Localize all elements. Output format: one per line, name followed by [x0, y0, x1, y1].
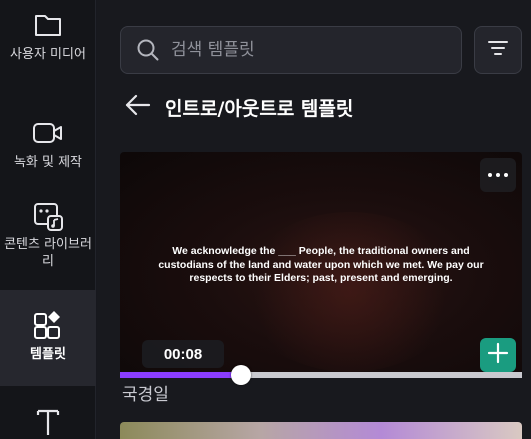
back-button[interactable] [122, 93, 152, 121]
sidebar-item-text[interactable] [0, 404, 96, 439]
media-library-icon [31, 198, 65, 232]
more-options-button[interactable] [480, 158, 516, 192]
folder-icon [31, 8, 65, 42]
search-input[interactable] [171, 40, 461, 60]
progress-fill [120, 372, 241, 378]
template-title: 국경일 [122, 385, 169, 405]
sidebar-item-label: 사용자 미디어 [10, 47, 86, 62]
sidebar-item-templates[interactable]: 템플릿 [0, 290, 96, 386]
sidebar-item-user-media[interactable]: 사용자 미디어 [0, 8, 96, 96]
arrow-left-icon [123, 93, 151, 121]
plus-icon [487, 342, 509, 368]
sidebar-item-label: 콘텐츠 라이브러리 [4, 237, 92, 269]
template-card-preview[interactable]: We acknowledge the ___ People, the tradi… [120, 152, 522, 376]
more-icon [488, 173, 492, 177]
sidebar-item-content-library[interactable]: 콘텐츠 라이브러리 [0, 198, 96, 286]
left-rail: 사용자 미디어 녹화 및 제작 콘텐츠 라이브러리 템플릿 [0, 0, 96, 439]
camera-icon [31, 116, 65, 150]
preview-background [240, 212, 460, 372]
duration-badge: 00:08 [142, 340, 224, 368]
sidebar-item-record-create[interactable]: 녹화 및 제작 [0, 116, 96, 186]
text-icon [31, 404, 65, 438]
preview-progress-bar[interactable] [120, 365, 522, 385]
preview-acknowledgement-text: We acknowledge the ___ People, the tradi… [158, 245, 484, 284]
template-card-preview[interactable] [120, 422, 522, 439]
search-icon [135, 37, 161, 63]
sidebar-item-label: 템플릿 [30, 347, 66, 362]
sidebar-item-label: 녹화 및 제작 [13, 155, 83, 170]
progress-knob[interactable] [230, 365, 251, 385]
add-to-timeline-button[interactable] [480, 338, 516, 372]
templates-icon [31, 308, 65, 342]
search-box[interactable] [120, 26, 462, 74]
filter-button[interactable] [474, 26, 522, 74]
filter-icon [487, 39, 509, 61]
section-title: 인트로/아웃트로 템플릿 [165, 98, 354, 120]
templates-panel: 인트로/아웃트로 템플릿 We acknowledge the ___ Peop… [97, 0, 531, 439]
